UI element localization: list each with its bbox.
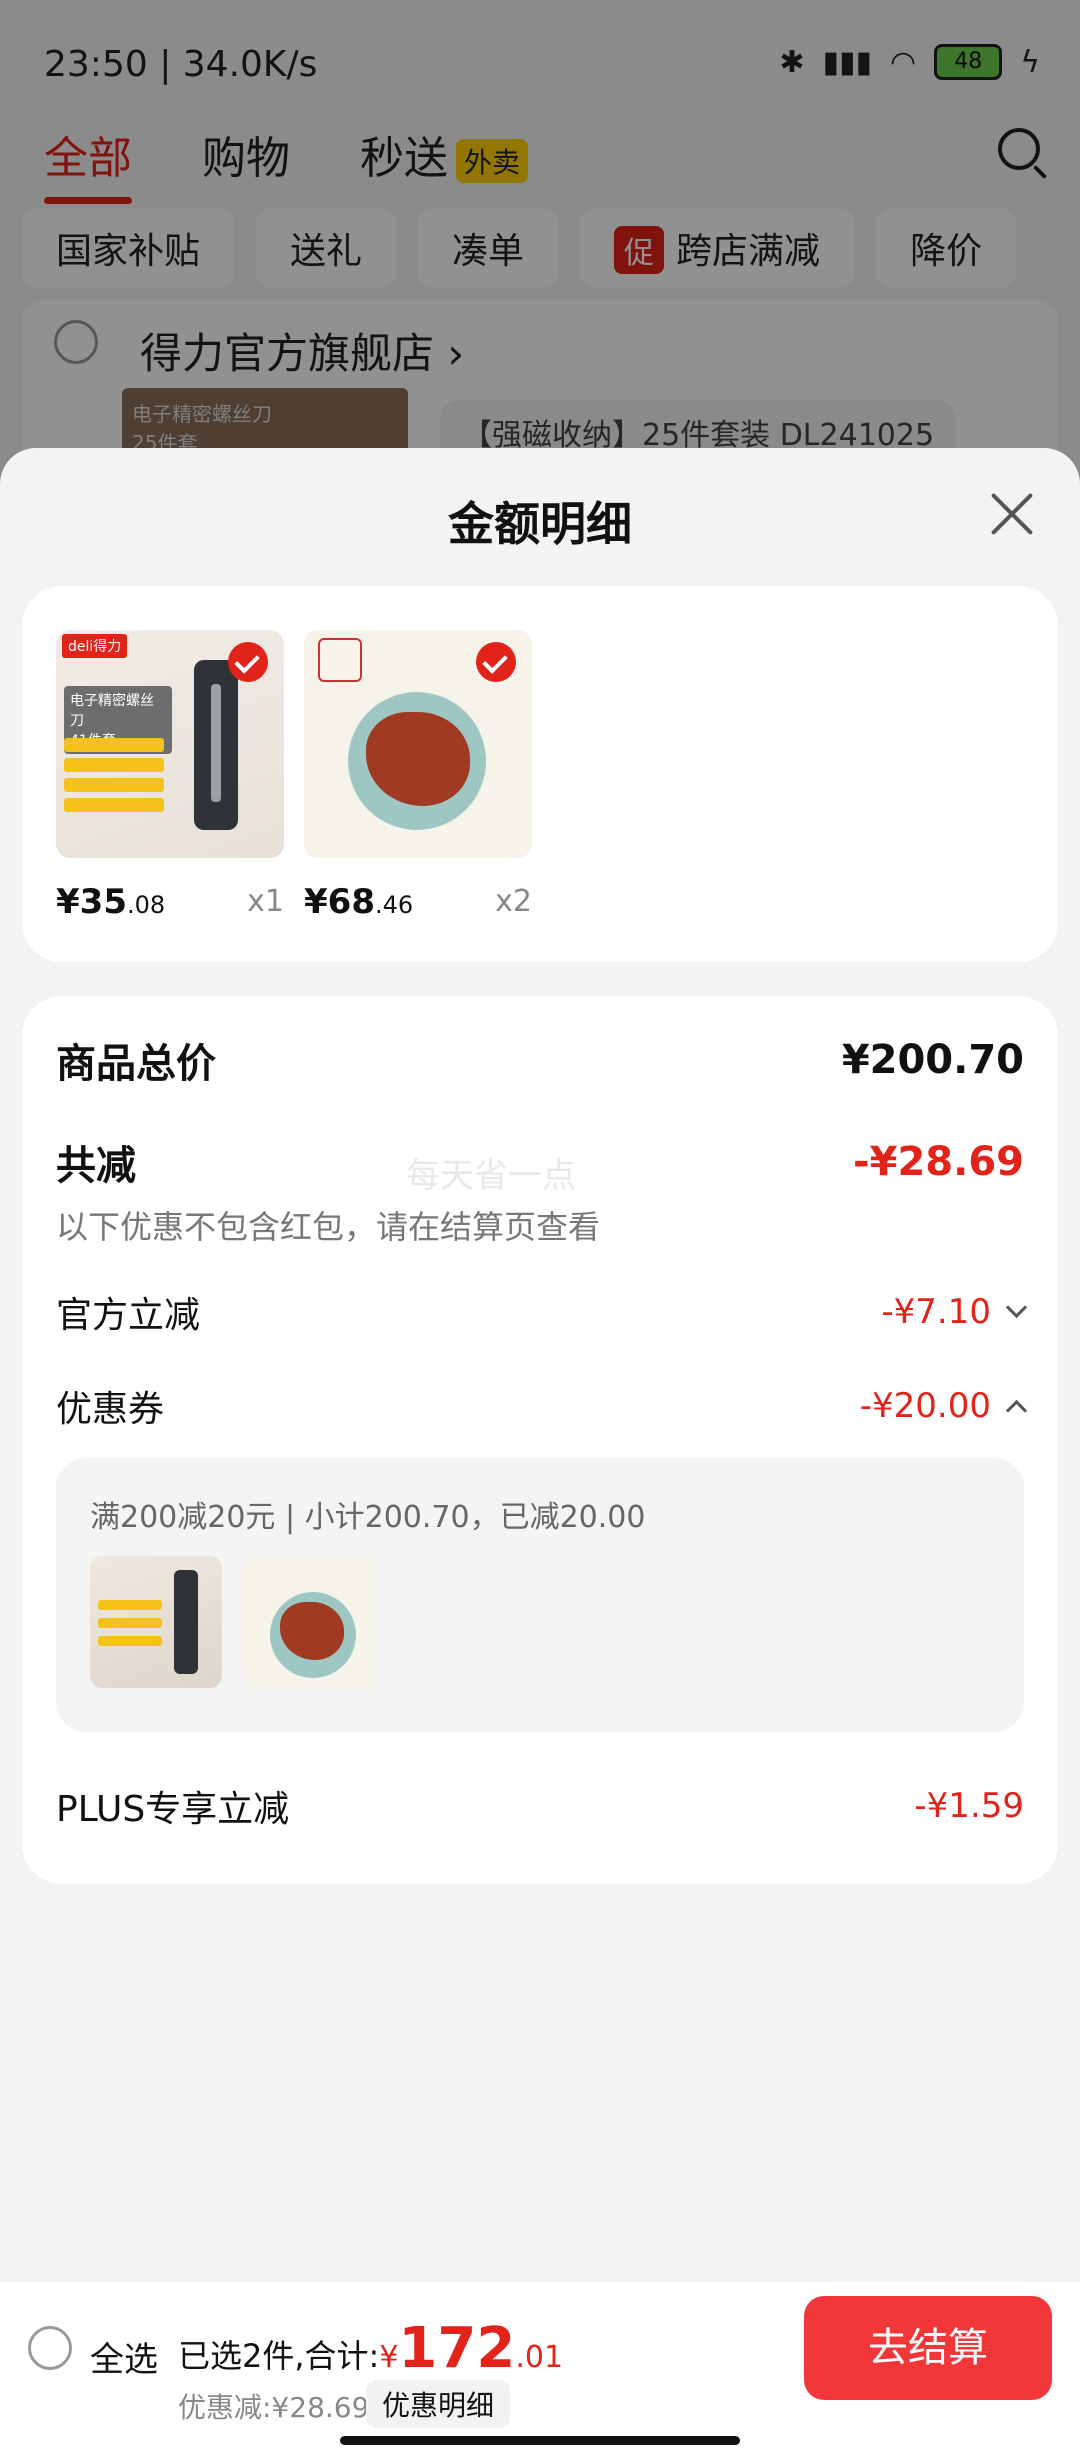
total-saved-row: 共减 -¥28.69 — [56, 1128, 1024, 1196]
item-qty: x2 — [495, 884, 532, 919]
official-discount-value: -¥7.10 — [881, 1292, 991, 1332]
checked-icon[interactable] — [228, 642, 268, 682]
official-discount-value-wrap: -¥7.10 — [881, 1292, 1028, 1332]
total-saved-label: 共减 — [56, 1143, 136, 1189]
item-thumbnail — [304, 630, 532, 858]
official-discount-label: 官方立减 — [56, 1295, 201, 1336]
coupon-value-wrap: -¥20.00 — [859, 1386, 1028, 1426]
item-price: ¥68.46 — [304, 882, 413, 922]
total-price-row: 商品总价 ¥200.70 — [56, 1026, 1024, 1094]
coupon-label: 优惠券 — [56, 1389, 165, 1430]
home-indicator[interactable] — [340, 2436, 740, 2445]
price-dec: .08 — [126, 891, 166, 919]
total-int: 172 — [398, 2316, 516, 2381]
coupon-info: 满200减20元 | 小计200.70，已减20.00 — [90, 1500, 646, 1535]
item-card[interactable]: ¥68.46 x2 — [304, 630, 532, 922]
total-saved-value: -¥28.69 — [853, 1139, 1024, 1185]
chevron-up-icon — [1005, 1399, 1028, 1421]
close-icon[interactable] — [988, 490, 1036, 538]
thumb-title-text: 电子精密螺丝刀 — [70, 693, 154, 729]
feature-bars — [64, 738, 164, 818]
item-price: ¥35.08 — [56, 882, 165, 922]
discount-note: 以下优惠不包含红包，请在结算页查看 — [56, 1208, 601, 1246]
price-int: ¥68 — [304, 882, 375, 922]
plus-discount-label: PLUS专享立减 — [56, 1789, 290, 1830]
checkout-bar: 全选 已选2件,合计:¥172.01 优惠减:¥28.69 优惠明细 去结算 — [0, 2282, 1080, 2460]
official-discount-row[interactable]: 官方立减 -¥7.10 — [56, 1278, 1028, 1346]
item-qty: x1 — [247, 884, 284, 919]
coupon-detail-box: 满200减20元 | 小计200.70，已减20.00 — [56, 1458, 1024, 1732]
checked-icon[interactable] — [476, 642, 516, 682]
discount-detail-button[interactable]: 优惠明细 — [366, 2380, 511, 2428]
discount-summary: 优惠减:¥28.69 — [178, 2391, 370, 2424]
coupon-value: -¥20.00 — [859, 1386, 991, 1426]
price-int: ¥35 — [56, 882, 127, 922]
brand-stamp-icon — [318, 638, 362, 682]
screwdriver-image — [174, 1570, 198, 1674]
chevron-down-icon — [1005, 1296, 1028, 1318]
screwdriver-image — [194, 660, 238, 830]
selected-summary: 已选2件,合计:¥172.01 — [178, 2316, 563, 2381]
total-yen: ¥ — [379, 2340, 399, 2375]
price-detail-card: 商品总价 ¥200.70 每天省一点 共减 -¥28.69 以下优惠不包含红包，… — [22, 996, 1058, 1884]
total-price-value: ¥200.70 — [841, 1037, 1024, 1083]
item-card[interactable]: deli得力 电子精密螺丝刀41件套 ¥35.08 x1 — [56, 630, 284, 922]
price-dec: .46 — [374, 891, 414, 919]
select-all-radio[interactable] — [28, 2326, 72, 2370]
brand-logo: deli得力 — [62, 634, 128, 658]
selected-items-card: deli得力 电子精密螺丝刀41件套 ¥35.08 x1 ¥68.46 x2 — [22, 586, 1058, 962]
sheet-title: 金额明细 — [448, 497, 632, 551]
coupon-row[interactable]: 优惠券 -¥20.00 — [56, 1372, 1028, 1440]
item-thumbnail: deli得力 电子精密螺丝刀41件套 — [56, 630, 284, 858]
plus-discount-value: -¥1.59 — [914, 1786, 1024, 1826]
selected-summary-text: 已选2件,合计: — [178, 2337, 380, 2375]
coupon-item-thumbnail — [90, 1556, 222, 1688]
amount-detail-sheet: 金额明细 deli得力 电子精密螺丝刀41件套 ¥35.08 x1 ¥68.46… — [0, 448, 1080, 2460]
plus-discount-row: PLUS专享立减 -¥1.59 — [56, 1772, 1024, 1840]
total-price-label: 商品总价 — [56, 1041, 216, 1087]
select-all-label[interactable]: 全选 — [90, 2332, 158, 2381]
total-dec: .01 — [515, 2340, 564, 2375]
checkout-button[interactable]: 去结算 — [804, 2296, 1052, 2400]
coupon-item-thumbnail — [244, 1556, 376, 1688]
